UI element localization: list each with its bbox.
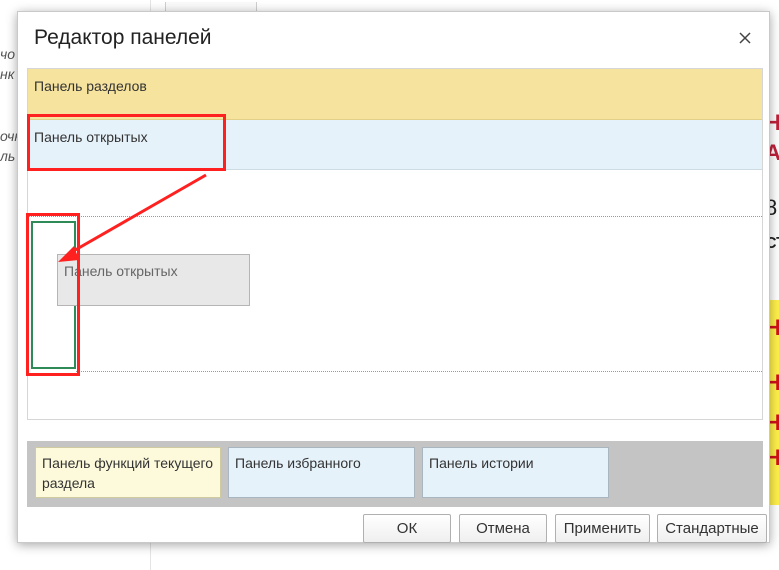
panel-chip-favorites[interactable]: Панель избранного	[228, 447, 415, 498]
dragged-panel-ghost[interactable]: Панель открытых	[57, 254, 250, 306]
drop-guide-line	[28, 216, 762, 217]
sections-panel-label: Панель разделов	[34, 78, 147, 94]
panel-chip-current-section-functions[interactable]: Панель функций текущего раздела	[35, 447, 221, 498]
background-text: нк	[0, 66, 15, 82]
highlight-drop-zone	[26, 213, 80, 376]
highlight-open-panel	[27, 114, 226, 171]
panel-chip-history[interactable]: Панель истории	[422, 447, 609, 498]
dialog-title: Редактор панелей	[34, 26, 212, 49]
background-text: ль	[0, 148, 16, 164]
close-icon[interactable]	[737, 30, 753, 46]
defaults-button[interactable]: Стандартные	[657, 514, 767, 543]
drop-guide-line	[76, 371, 762, 372]
panel-editor-dialog: Редактор панелей Панель разделов Панель …	[17, 11, 770, 543]
apply-button[interactable]: Применить	[555, 514, 650, 543]
available-panels-bar: Панель функций текущего раздела Панель и…	[27, 441, 763, 507]
sections-panel[interactable]: Панель разделов	[28, 69, 762, 120]
ok-button[interactable]: ОК	[363, 514, 451, 543]
cancel-button[interactable]: Отмена	[459, 514, 547, 543]
background-text: чо	[0, 46, 16, 62]
dragged-panel-label: Панель открытых	[64, 263, 178, 279]
